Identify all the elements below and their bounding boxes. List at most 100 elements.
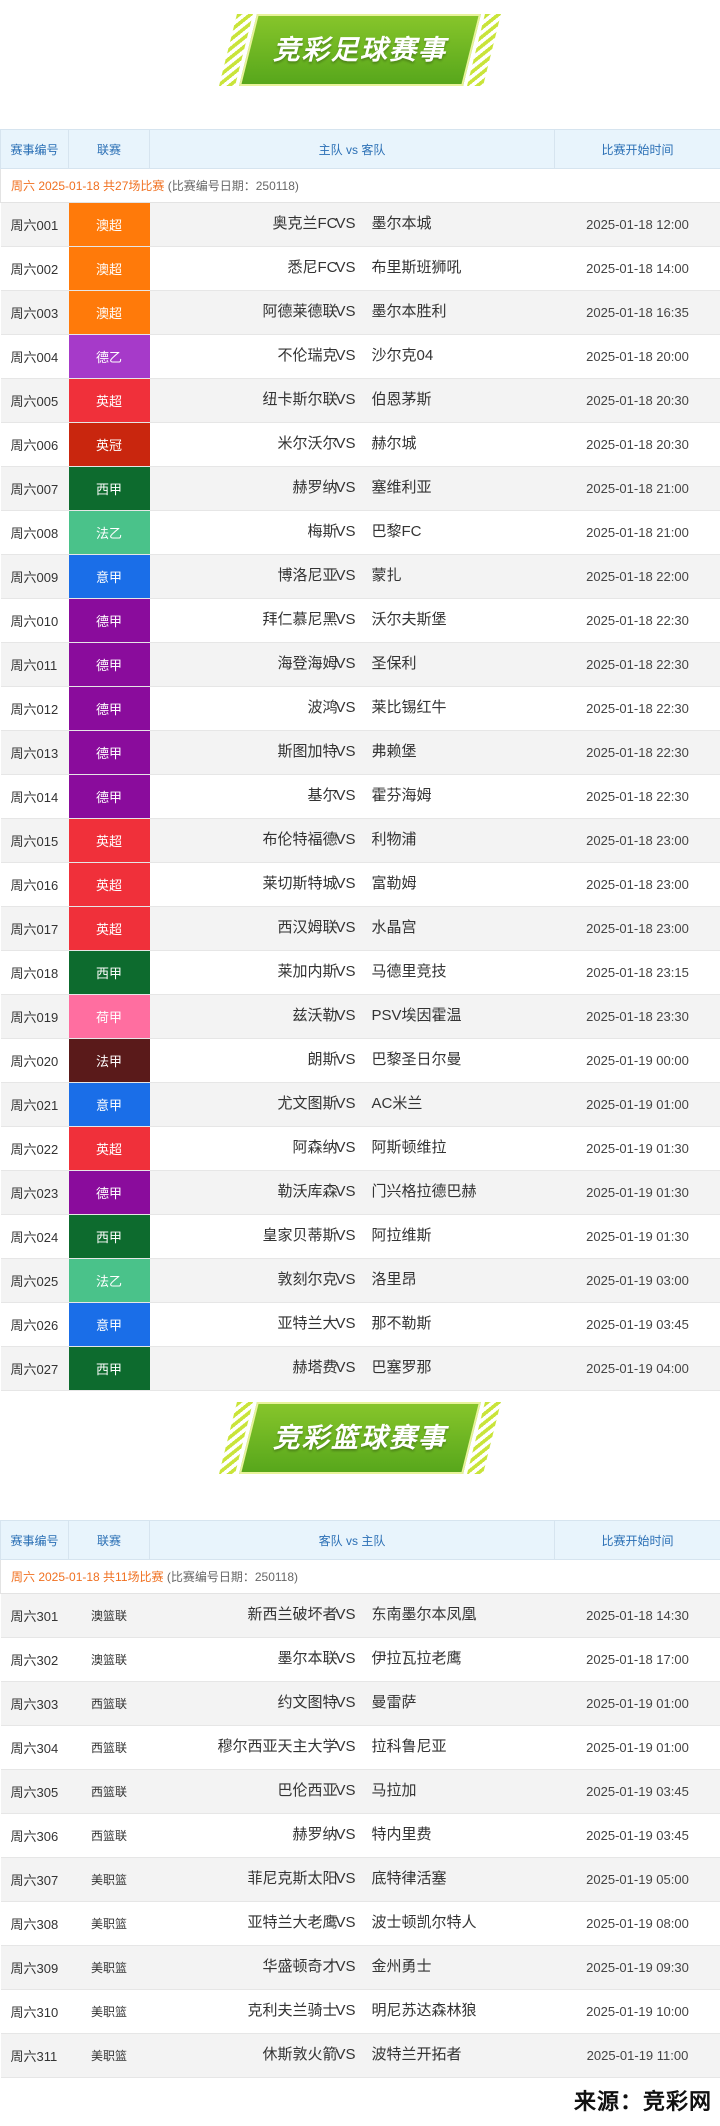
football-title: 竞彩足球赛事 <box>273 35 447 65</box>
league-badge: 美职篮 <box>68 1857 150 1902</box>
league-badge: 英超 <box>68 818 150 863</box>
table-row: 周六019 荷甲 兹沃勒 VS PSV埃因霍温 2025-01-18 23:30 <box>0 994 720 1039</box>
vs-label: VS <box>335 2002 356 2019</box>
match-number: 周六305 <box>0 1769 69 1814</box>
table-row: 周六305 西篮联 巴伦西亚 VS 马拉加 2025-01-19 03:45 <box>0 1769 720 1814</box>
start-time: 2025-01-18 20:30 <box>554 422 720 467</box>
vs-label: VS <box>335 699 356 716</box>
match-number: 周六008 <box>0 510 69 555</box>
teams-cell: 穆尔西亚天主大学 VS 拉科鲁尼亚 <box>149 1725 555 1770</box>
table-row: 周六015 英超 布伦特福德 VS 利物浦 2025-01-18 23:00 <box>0 818 720 863</box>
start-time: 2025-01-19 01:00 <box>554 1725 720 1770</box>
teams-cell: 朗斯 VS 巴黎圣日尔曼 <box>149 1038 555 1083</box>
match-number: 周六003 <box>0 290 69 335</box>
league-badge: 英超 <box>68 378 150 423</box>
league-badge: 澳篮联 <box>68 1637 150 1682</box>
teams-cell: 约文图特 VS 曼雷萨 <box>149 1681 555 1726</box>
teams-cell: 基尔 VS 霍芬海姆 <box>149 774 555 819</box>
football-date-text: 周六 2025-01-18 共27场比赛 <box>11 179 165 193</box>
football-header-row: 赛事编号 联赛 主队 vs 客队 比赛开始时间 <box>0 129 720 169</box>
match-number: 周六018 <box>0 950 69 995</box>
table-row: 周六027 西甲 赫塔费 VS 巴塞罗那 2025-01-19 04:00 <box>0 1346 720 1391</box>
teams-cell: 菲尼克斯太阳 VS 底特律活塞 <box>149 1857 555 1902</box>
table-row: 周六014 德甲 基尔 VS 霍芬海姆 2025-01-18 22:30 <box>0 774 720 819</box>
table-row: 周六010 德甲 拜仁慕尼黑 VS 沃尔夫斯堡 2025-01-18 22:30 <box>0 598 720 643</box>
league-badge: 意甲 <box>68 1302 150 1347</box>
second-team: 波特兰开拓者 <box>371 2046 462 2063</box>
table-row: 周六011 德甲 海登海姆 VS 圣保利 2025-01-18 22:30 <box>0 642 720 687</box>
teams-cell: 皇家贝蒂斯 VS 阿拉维斯 <box>149 1214 555 1259</box>
second-team: 波士顿凯尔特人 <box>371 1914 477 1931</box>
second-team: 塞维利亚 <box>371 479 432 496</box>
second-team: 墨尔本胜利 <box>371 303 447 320</box>
start-time: 2025-01-19 01:00 <box>554 1082 720 1127</box>
basketball-info: 周六 2025-01-18 共11场比赛 (比赛编号日期：250118) <box>0 1559 720 1594</box>
table-row: 周六002 澳超 悉尼FC VS 布里斯班狮吼 2025-01-18 14:00 <box>0 246 720 291</box>
match-number: 周六015 <box>0 818 69 863</box>
league-badge: 澳超 <box>68 202 150 247</box>
teams-cell: 赫罗纳 VS 塞维利亚 <box>149 466 555 511</box>
second-team: 赫尔城 <box>371 435 417 452</box>
teams-cell: 海登海姆 VS 圣保利 <box>149 642 555 687</box>
teams-cell: 兹沃勒 VS PSV埃因霍温 <box>149 994 555 1039</box>
second-team: 伯恩茅斯 <box>371 391 432 408</box>
start-time: 2025-01-19 03:00 <box>554 1258 720 1303</box>
teams-cell: 不伦瑞克 VS 沙尔克04 <box>149 334 555 379</box>
vs-label: VS <box>335 567 356 584</box>
vs-label: VS <box>335 1782 356 1799</box>
league-badge: 西甲 <box>68 466 150 511</box>
teams-cell: 华盛顿奇才 VS 金州勇士 <box>149 1945 555 1990</box>
teams-cell: 阿德莱德联 VS 墨尔本胜利 <box>149 290 555 335</box>
vs-label: VS <box>335 787 356 804</box>
league-badge: 澳超 <box>68 290 150 335</box>
teams-cell: 梅斯 VS 巴黎FC <box>149 510 555 555</box>
second-team: 巴塞罗那 <box>371 1359 432 1376</box>
basketball-header-row: 赛事编号 联赛 客队 vs 主队 比赛开始时间 <box>0 1520 720 1560</box>
start-time: 2025-01-18 12:00 <box>554 202 720 247</box>
table-row: 周六012 德甲 波鸿 VS 莱比锡红牛 2025-01-18 22:30 <box>0 686 720 731</box>
basketball-date-note: (比赛编号日期：250118) <box>166 1570 299 1584</box>
table-row: 周六005 英超 纽卡斯尔联 VS 伯恩茅斯 2025-01-18 20:30 <box>0 378 720 423</box>
vs-label: VS <box>335 1095 356 1112</box>
league-badge: 德甲 <box>68 642 150 687</box>
vs-label: VS <box>335 655 356 672</box>
vs-label: VS <box>335 1826 356 1843</box>
second-team: 沙尔克04 <box>371 347 434 364</box>
header-time: 比赛开始时间 <box>554 1520 720 1560</box>
teams-cell: 墨尔本联 VS 伊拉瓦拉老鹰 <box>149 1637 555 1682</box>
league-badge: 美职篮 <box>68 1901 150 1946</box>
league-badge: 德乙 <box>68 334 150 379</box>
league-badge: 德甲 <box>68 1170 150 1215</box>
start-time: 2025-01-18 23:30 <box>554 994 720 1039</box>
league-badge: 英超 <box>68 906 150 951</box>
start-time: 2025-01-18 22:00 <box>554 554 720 599</box>
teams-cell: 米尔沃尔 VS 赫尔城 <box>149 422 555 467</box>
match-number: 周六006 <box>0 422 69 467</box>
start-time: 2025-01-19 05:00 <box>554 1857 720 1902</box>
match-number: 周六303 <box>0 1681 69 1726</box>
league-badge: 美职篮 <box>68 2033 150 2078</box>
teams-cell: 巴伦西亚 VS 马拉加 <box>149 1769 555 1814</box>
league-badge: 英冠 <box>68 422 150 467</box>
header-league: 联赛 <box>68 1520 150 1560</box>
match-number: 周六016 <box>0 862 69 907</box>
header-num: 赛事编号 <box>0 129 69 169</box>
start-time: 2025-01-19 01:30 <box>554 1126 720 1171</box>
league-badge: 法乙 <box>68 1258 150 1303</box>
match-number: 周六019 <box>0 994 69 1039</box>
second-team: 圣保利 <box>371 655 417 672</box>
second-team: 阿拉维斯 <box>371 1227 432 1244</box>
table-row: 周六021 意甲 尤文图斯 VS AC米兰 2025-01-19 01:00 <box>0 1082 720 1127</box>
vs-label: VS <box>335 1271 356 1288</box>
second-team: 伊拉瓦拉老鹰 <box>371 1650 462 1667</box>
match-number: 周六301 <box>0 1593 69 1638</box>
source-label: 来源：竞彩网 <box>573 2089 712 2114</box>
table-row: 周六025 法乙 敦刻尔克 VS 洛里昂 2025-01-19 03:00 <box>0 1258 720 1303</box>
league-badge: 法甲 <box>68 1038 150 1083</box>
match-number: 周六310 <box>0 1989 69 2034</box>
table-row: 周六303 西篮联 约文图特 VS 曼雷萨 2025-01-19 01:00 <box>0 1681 720 1726</box>
match-number: 周六023 <box>0 1170 69 1215</box>
match-number: 周六307 <box>0 1857 69 1902</box>
vs-label: VS <box>335 215 356 232</box>
match-number: 周六014 <box>0 774 69 819</box>
